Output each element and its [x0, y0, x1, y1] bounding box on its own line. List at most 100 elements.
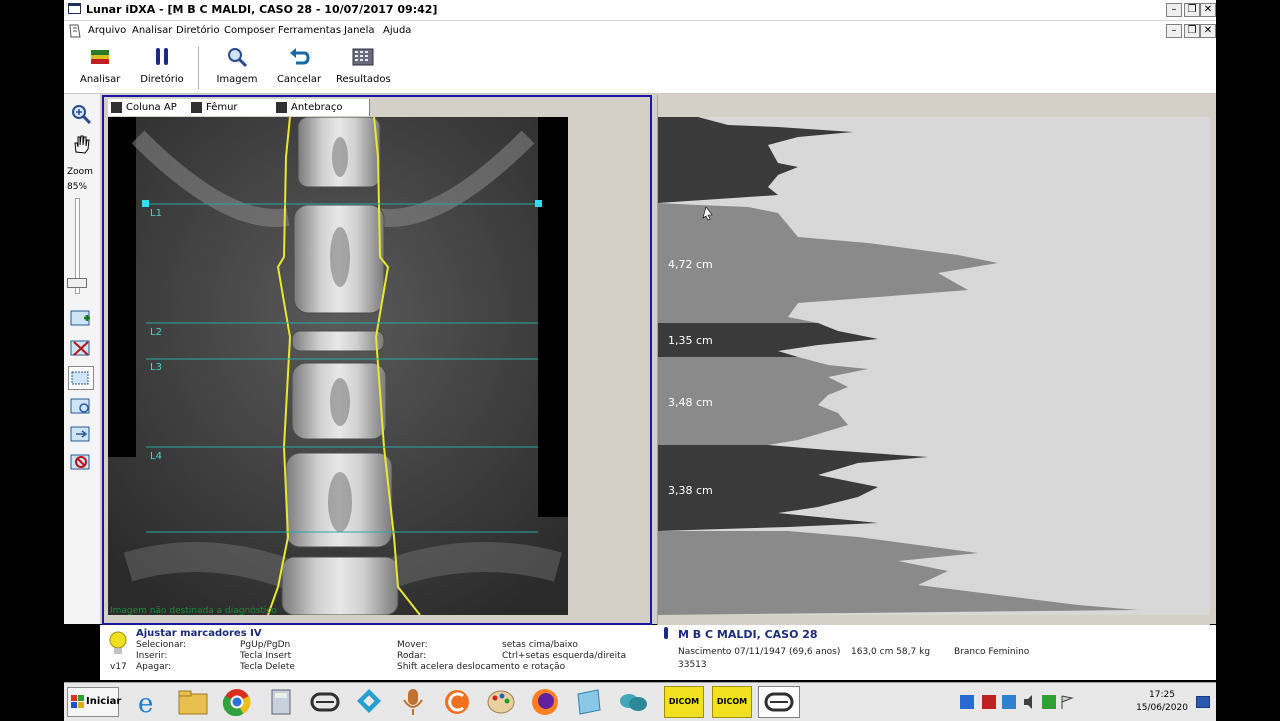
menu-diretorio[interactable]: Diretório — [176, 25, 220, 36]
tab-coluna-ap-label: Coluna AP — [126, 102, 177, 113]
move-region-icon[interactable] — [70, 424, 92, 444]
menu-janela[interactable]: Janela — [344, 25, 374, 36]
diretorio-label: Diretório — [140, 74, 184, 85]
microphone-icon[interactable] — [394, 686, 432, 718]
menu-arquivo[interactable]: Arquivo — [88, 25, 126, 36]
vertebra-label-l4: L4 — [150, 451, 162, 462]
minimize-button[interactable]: – — [1166, 3, 1182, 17]
tab-antebraco-esq[interactable]: Antebraço Esq. — [273, 99, 370, 130]
chat-bubbles-icon[interactable] — [614, 686, 652, 718]
lunar-app-icon[interactable] — [306, 686, 344, 718]
magnifier-icon — [228, 48, 248, 68]
patient-height-weight: 163,0 cm 58,7 kg — [851, 647, 931, 657]
clock-date[interactable]: 15/06/2020 — [1136, 703, 1188, 713]
child-close-button[interactable]: ✕ — [1200, 24, 1216, 38]
femur-icon — [191, 102, 202, 113]
resultados-button[interactable]: Resultados — [336, 47, 391, 85]
system-tray: 17:25 15/06/2020 — [954, 686, 1212, 718]
status-panel: Ajustar marcadores IV v17 Selecionar: In… — [100, 625, 1216, 680]
imagem-label: Imagem — [216, 74, 258, 85]
status-heading: Ajustar marcadores IV — [136, 628, 262, 639]
zoom-in-icon[interactable] — [70, 104, 92, 124]
child-restore-button[interactable]: ❐ — [1184, 24, 1200, 38]
hint-label-rotate: Rodar: — [397, 651, 427, 661]
viewer-icon[interactable] — [570, 686, 608, 718]
hint-label-move: Mover: — [397, 640, 428, 650]
select-region-icon[interactable] — [68, 366, 94, 390]
chrome-icon[interactable] — [218, 686, 256, 718]
hint-key-delete: Tecla Delete — [240, 662, 295, 672]
hint-key-insert: Tecla Insert — [240, 651, 292, 661]
cancelar-button[interactable]: Cancelar — [276, 47, 322, 85]
imagem-button[interactable]: Imagem — [214, 47, 260, 85]
vertebra-label-l1: L1 — [150, 208, 162, 219]
hint-label-insert: Inserir: — [136, 651, 168, 661]
exclude-region-icon[interactable] — [70, 452, 92, 472]
analisar-button[interactable]: Analisar — [80, 47, 120, 85]
lunar-active-button[interactable] — [758, 686, 800, 718]
dicom-app-button-2[interactable]: DICOM — [712, 686, 752, 718]
windows-logo-icon — [71, 695, 84, 708]
tray-icons[interactable] — [960, 694, 1080, 710]
menu-composer[interactable]: Composer — [224, 25, 275, 36]
calculator-icon — [352, 48, 374, 66]
lightbulb-icon — [109, 631, 127, 654]
resultados-label: Resultados — [336, 74, 391, 85]
child-minimize-button[interactable]: – — [1166, 24, 1182, 38]
patient-id: 33513 — [678, 660, 707, 670]
profile-measure-2: 1,35 cm — [668, 334, 713, 347]
profile-chart: 4,72 cm 1,35 cm 3,48 cm 3,38 cm — [658, 117, 1210, 615]
menu-ajuda[interactable]: Ajuda — [383, 25, 411, 36]
taskbar: Iniciar e DICOM DICOM 17:25 15/06/2020 — [64, 682, 1216, 721]
hint-label-delete: Apagar: — [136, 662, 172, 672]
hint-key-select: PgUp/PgDn — [240, 640, 291, 650]
tab-coluna-ap[interactable]: Coluna AP — [108, 99, 189, 116]
lunar-active-icon — [764, 692, 794, 712]
version-label: v17 — [110, 662, 127, 672]
zoom-value: 85% — [67, 182, 88, 192]
file-explorer-icon[interactable] — [174, 686, 212, 718]
profile-measure-4: 3,38 cm — [668, 484, 713, 497]
hint-key-rotate: Ctrl+setas esquerda/direita — [502, 651, 627, 661]
profile-measure-3: 3,48 cm — [668, 396, 713, 409]
tab-femur-direito[interactable]: Fêmur direito — [188, 99, 275, 130]
hint-label-select: Selecionar: — [136, 640, 187, 650]
calculator-app-icon[interactable] — [262, 686, 300, 718]
hint-key-move: setas cima/baixo — [502, 640, 578, 650]
menu-bar: Arquivo Analisar Diretório Composer Ferr… — [64, 21, 1216, 41]
cancelar-label: Cancelar — [276, 74, 322, 85]
diretorio-button[interactable]: Diretório — [140, 47, 184, 85]
clock-time[interactable]: 17:25 — [1140, 690, 1184, 700]
kodi-icon[interactable] — [350, 686, 388, 718]
rotate-region-icon[interactable] — [70, 396, 92, 416]
app-window-icon — [68, 3, 81, 14]
zoom-slider-thumb[interactable] — [67, 278, 87, 288]
patient-ethnicity: Branco Feminino — [954, 647, 1030, 657]
add-marker-icon[interactable] — [70, 308, 92, 328]
dicom-app-button-1[interactable]: DICOM — [664, 686, 704, 718]
profile-measure-1: 4,72 cm — [668, 258, 713, 271]
toolbar: Analisar Diretório Imagem Cancelar Resul… — [64, 41, 1216, 94]
analisar-label: Analisar — [80, 74, 121, 85]
patient-birth: Nascimento 07/11/1947 (69,6 anos) — [678, 647, 841, 657]
toolbar-separator — [198, 47, 199, 89]
svg-text:e: e — [138, 689, 153, 718]
ccleaner-icon[interactable] — [438, 686, 476, 718]
show-desktop-icon[interactable] — [1196, 696, 1210, 708]
patient-name: M B C MALDI, CASO 28 — [678, 628, 818, 641]
paint-icon[interactable] — [482, 686, 520, 718]
close-button[interactable]: ✕ — [1200, 3, 1216, 17]
window-title: Lunar iDXA - [M B C MALDI, CASO 28 - 10/… — [86, 3, 438, 16]
xray-footer-text: Imagem não destinada a diagnóstico — [110, 605, 277, 615]
firefox-icon[interactable] — [526, 686, 564, 718]
vertebra-label-l2: L2 — [150, 327, 162, 338]
restore-button[interactable]: ❐ — [1184, 3, 1200, 17]
start-button[interactable]: Iniciar — [67, 687, 121, 717]
hint-label-shift: Shift acelera deslocamento e rotação — [397, 662, 566, 672]
delete-marker-icon[interactable] — [70, 338, 92, 358]
document-menu-icon[interactable] — [68, 23, 82, 39]
menu-analisar[interactable]: Analisar — [132, 25, 172, 36]
pan-hand-icon[interactable] — [70, 134, 92, 154]
internet-explorer-icon[interactable]: e — [130, 686, 168, 718]
menu-ferramentas[interactable]: Ferramentas — [278, 25, 341, 36]
